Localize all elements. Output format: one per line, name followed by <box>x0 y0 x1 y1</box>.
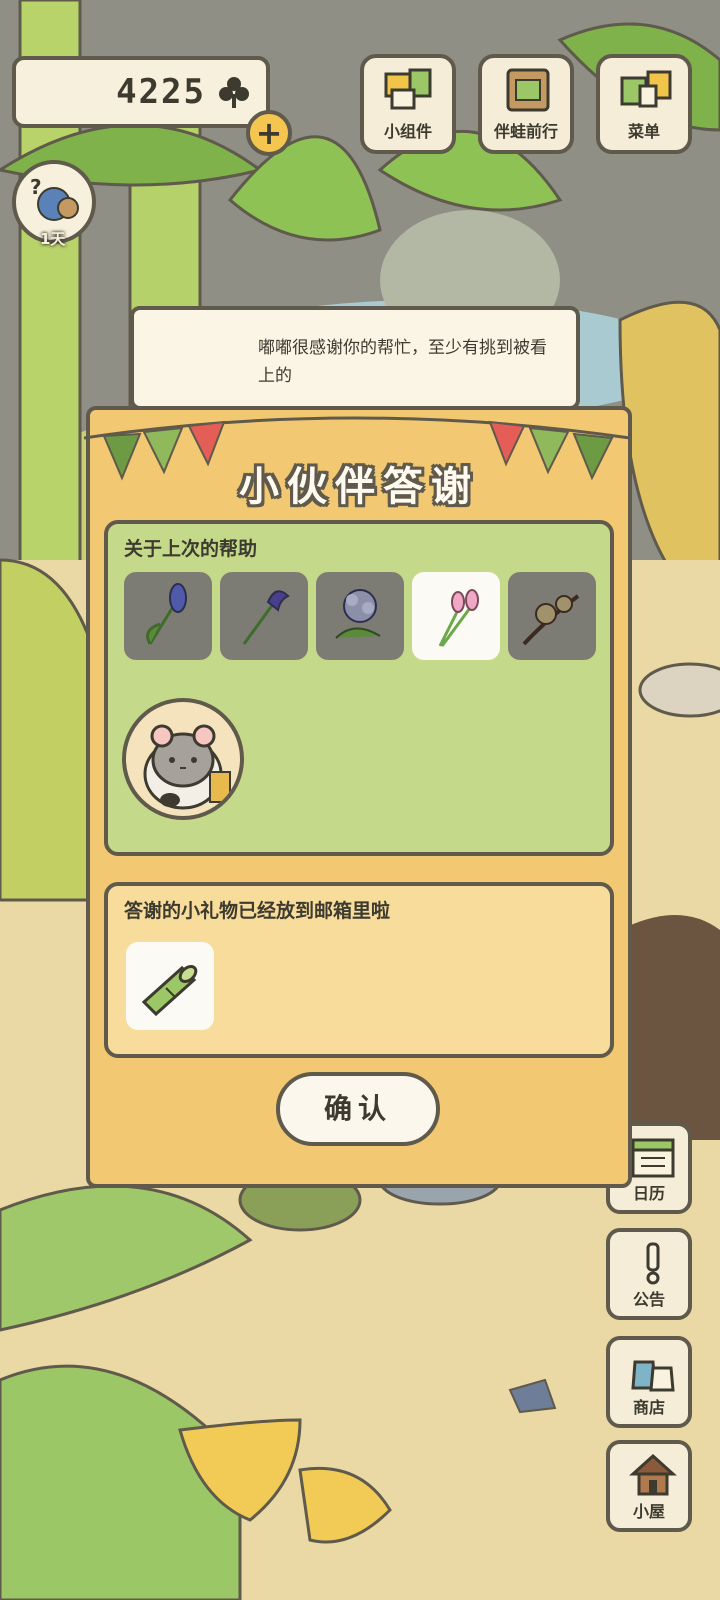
frog-travel-icon <box>506 68 550 112</box>
hyacinth-icon <box>146 583 187 645</box>
menu-button-label: 菜单 <box>627 122 660 141</box>
flower-slot-iris[interactable] <box>220 572 308 660</box>
widget-button-label: 小组件 <box>383 122 432 141</box>
plus-icon: + <box>255 114 283 152</box>
menu-cards-icon <box>620 70 672 108</box>
house-button[interactable]: 小屋 <box>606 1440 692 1532</box>
iris-icon <box>242 590 290 645</box>
bamboo-icon <box>141 965 198 1017</box>
gift-heading: 答谢的小礼物已经放到邮箱里啦 <box>124 900 391 922</box>
house-icon <box>629 1453 677 1496</box>
flower-slot-hyacinth[interactable] <box>124 572 212 660</box>
clover-counter: 4225 <box>12 56 270 128</box>
hamster-portrait <box>122 698 244 820</box>
flower-slot-tulip[interactable] <box>412 572 500 660</box>
notice-exclamation-icon <box>646 1242 660 1285</box>
clover-count: 4225 <box>116 72 206 112</box>
message-bubble: 嘟嘟很感谢你的帮忙，至少有挑到被看上的 <box>130 306 580 410</box>
widget-icon <box>384 68 432 110</box>
notice-button[interactable]: 公告 <box>606 1228 692 1320</box>
shop-bags-icon <box>631 1360 675 1392</box>
frog-travel-button-label: 伴蛙前行 <box>493 122 558 141</box>
confirm-button[interactable]: 确认 <box>276 1072 440 1146</box>
tulip-icon <box>438 589 479 647</box>
gift-item-slot[interactable] <box>126 942 214 1030</box>
flower-slot-lilac[interactable] <box>316 572 404 660</box>
svg-text:?: ? <box>30 175 42 199</box>
hamster-icon <box>143 724 231 810</box>
calendar-icon <box>631 1138 675 1178</box>
dialog-title: 小伙伴答谢 <box>239 464 479 510</box>
frog-travel-button[interactable]: 伴蛙前行 <box>478 54 574 154</box>
flower-slot-plum[interactable] <box>508 572 596 660</box>
days-label: 1天 <box>40 230 66 248</box>
widget-button[interactable]: 小组件 <box>360 54 456 154</box>
thanks-message: 嘟嘟很感谢你的帮忙，至少有挑到被看上的 <box>258 338 547 386</box>
lilac-icon <box>335 589 381 639</box>
help-heading: 关于上次的帮助 <box>124 538 258 560</box>
shop-button-label: 商店 <box>632 1398 665 1417</box>
plum-blossom-icon <box>522 594 580 646</box>
house-button-label: 小屋 <box>632 1502 665 1521</box>
clover-icon <box>219 77 249 108</box>
gift-panel: 答谢的小礼物已经放到邮箱里啦 <box>104 882 614 1058</box>
notice-button-label: 公告 <box>632 1290 665 1309</box>
menu-button[interactable]: 菜单 <box>596 54 692 154</box>
shop-button[interactable]: 商店 <box>606 1336 692 1428</box>
add-clover-button[interactable]: + <box>246 110 292 156</box>
